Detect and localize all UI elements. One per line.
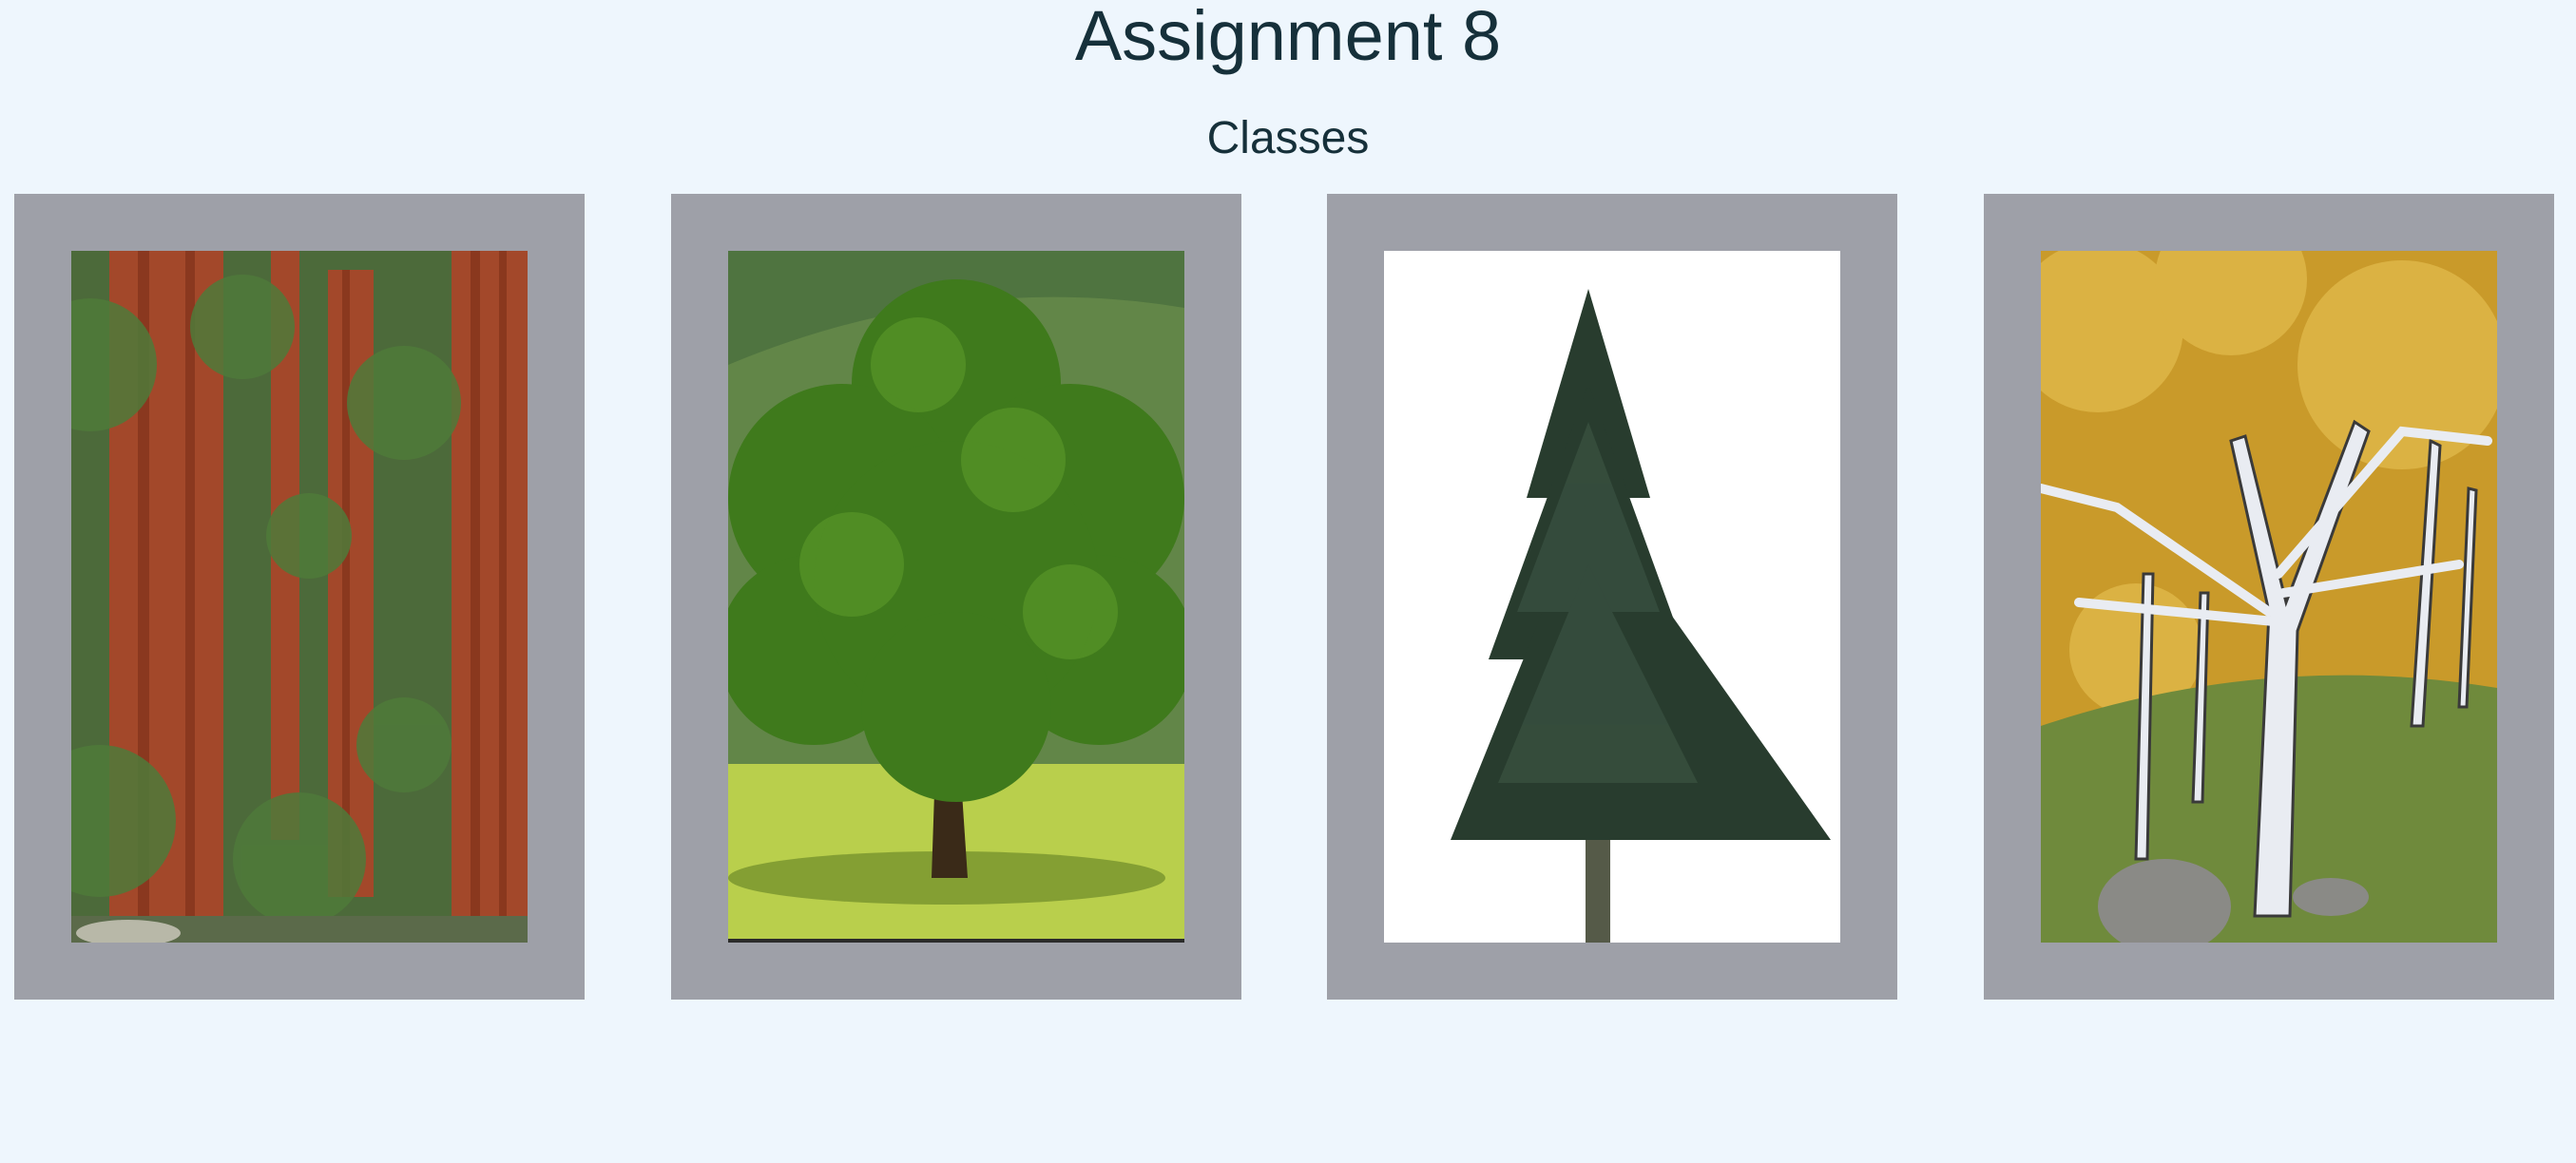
image-frame-oak <box>671 194 1241 1000</box>
oak-tree-image <box>728 251 1184 943</box>
fir-tree-image <box>1384 251 1840 943</box>
image-frame-birch <box>1984 194 2554 1000</box>
image-frame-redwood <box>14 194 585 1000</box>
page: Assignment 8 Classes <box>0 0 2576 1163</box>
page-subtitle: Classes <box>1206 113 1370 163</box>
birch-trees-image <box>2041 251 2497 943</box>
image-frame-fir <box>1327 194 1897 1000</box>
page-title: Assignment 8 <box>1074 0 1502 75</box>
redwood-forest-image <box>71 251 528 943</box>
